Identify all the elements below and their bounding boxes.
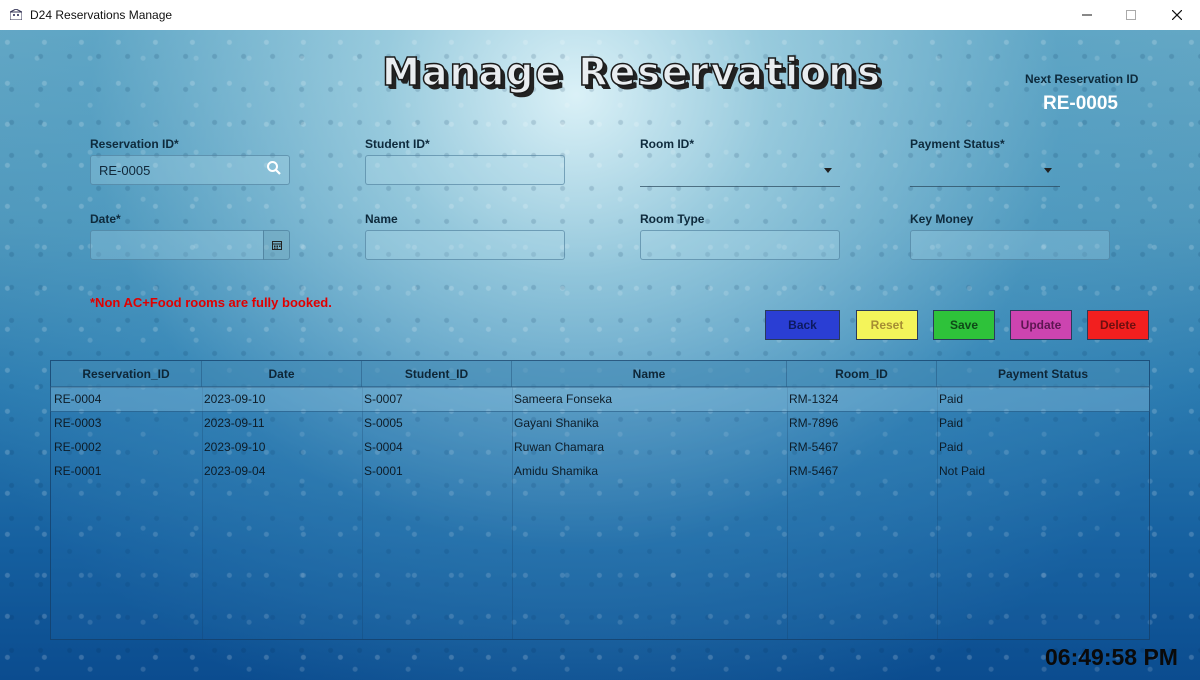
- cell-name: Gayani Shanika: [514, 416, 599, 430]
- date-picker-button[interactable]: [263, 230, 290, 260]
- next-reservation-value: RE-0005: [1043, 93, 1118, 114]
- reservation-id-label: Reservation ID*: [90, 137, 179, 151]
- close-icon: [1172, 10, 1182, 20]
- reservation-id-input[interactable]: [90, 155, 290, 185]
- cell-name: Amidu Shamika: [514, 464, 599, 478]
- table-row[interactable]: RE-0004 2023-09-10 S-0007 Sameera Fonsek…: [50, 386, 1150, 412]
- table-header: Reservation_ID Date Student_ID Name Room…: [51, 361, 1149, 388]
- column-header-date[interactable]: Date: [202, 361, 362, 387]
- room-id-label: Room ID*: [640, 137, 694, 151]
- main-panel: Manage Reservations Next Reservation ID …: [0, 30, 1200, 680]
- cell-student-id: S-0001: [364, 464, 403, 478]
- cell-payment-status: Not Paid: [939, 464, 986, 478]
- cell-payment-status: Paid: [939, 392, 964, 406]
- name-label: Name: [365, 212, 398, 226]
- cell-reservation-id: RE-0001: [54, 464, 102, 478]
- column-header-reservation-id[interactable]: Reservation_ID: [51, 361, 202, 387]
- payment-status-label: Payment Status*: [910, 137, 1005, 151]
- cell-room-id: RM-5467: [789, 464, 839, 478]
- room-type-input[interactable]: [640, 230, 840, 260]
- cell-reservation-id: RE-0003: [54, 416, 102, 430]
- cell-name: Ruwan Chamara: [514, 440, 605, 454]
- save-button[interactable]: Save: [933, 310, 995, 340]
- close-button[interactable]: [1154, 0, 1200, 30]
- cell-student-id: S-0007: [364, 392, 403, 406]
- clock: 06:49:58 PM: [1045, 644, 1178, 670]
- cell-reservation-id: RE-0004: [54, 392, 102, 406]
- cell-student-id: S-0004: [364, 440, 403, 454]
- reset-button[interactable]: Reset: [856, 310, 918, 340]
- column-header-room-id[interactable]: Room_ID: [787, 361, 937, 387]
- cell-payment-status: Paid: [939, 440, 964, 454]
- cell-student-id: S-0005: [364, 416, 403, 430]
- student-id-label: Student ID*: [365, 137, 430, 151]
- page-title: Manage Reservations: [381, 49, 882, 95]
- cell-date: 2023-09-10: [204, 440, 266, 454]
- table-row[interactable]: RE-0001 2023-09-04 S-0001 Amidu Shamika …: [51, 459, 1149, 483]
- cell-reservation-id: RE-0002: [54, 440, 102, 454]
- window-title: D24 Reservations Manage: [30, 8, 173, 22]
- name-input[interactable]: [365, 230, 565, 260]
- maximize-icon: [1126, 10, 1136, 20]
- maximize-button[interactable]: [1108, 0, 1154, 30]
- cell-date: 2023-09-04: [204, 464, 266, 478]
- table-row[interactable]: RE-0002 2023-09-10 S-0004 Ruwan Chamara …: [51, 435, 1149, 459]
- key-money-input[interactable]: [910, 230, 1110, 260]
- calendar-icon: [271, 240, 282, 250]
- cell-name: Sameera Fonseka: [514, 392, 613, 406]
- cell-date: 2023-09-11: [204, 416, 265, 430]
- cell-date: 2023-09-10: [204, 392, 266, 406]
- key-money-label: Key Money: [910, 212, 974, 226]
- window-title-bar: D24 Reservations Manage: [0, 0, 1200, 30]
- column-header-name[interactable]: Name: [512, 361, 787, 387]
- reservations-table[interactable]: Reservation_ID Date Student_ID Name Room…: [50, 360, 1150, 640]
- room-id-select[interactable]: [640, 156, 840, 187]
- delete-button[interactable]: Delete: [1087, 310, 1149, 340]
- date-input[interactable]: [90, 230, 264, 260]
- search-icon[interactable]: [266, 160, 282, 176]
- cell-room-id: RM-5467: [789, 440, 839, 454]
- room-type-label: Room Type: [640, 212, 705, 226]
- next-reservation-label: Next Reservation ID: [1025, 72, 1139, 86]
- cell-payment-status: Paid: [939, 416, 964, 430]
- minimize-icon: [1082, 14, 1092, 16]
- date-label: Date*: [90, 212, 121, 226]
- table-row[interactable]: RE-0003 2023-09-11 S-0005 Gayani Shanika…: [51, 411, 1149, 435]
- student-id-input[interactable]: [365, 155, 565, 185]
- update-button[interactable]: Update: [1010, 310, 1072, 340]
- payment-status-select[interactable]: [910, 156, 1060, 187]
- chevron-down-icon: [1044, 168, 1052, 173]
- app-icon: [10, 9, 22, 20]
- cell-room-id: RM-7896: [789, 416, 839, 430]
- back-button[interactable]: Back: [765, 310, 840, 340]
- chevron-down-icon: [824, 168, 832, 173]
- minimize-button[interactable]: [1064, 0, 1110, 30]
- column-header-payment-status[interactable]: Payment Status: [937, 361, 1149, 387]
- cell-room-id: RM-1324: [789, 392, 839, 406]
- column-header-student-id[interactable]: Student_ID: [362, 361, 512, 387]
- availability-warning: *Non AC+Food rooms are fully booked.: [90, 295, 332, 310]
